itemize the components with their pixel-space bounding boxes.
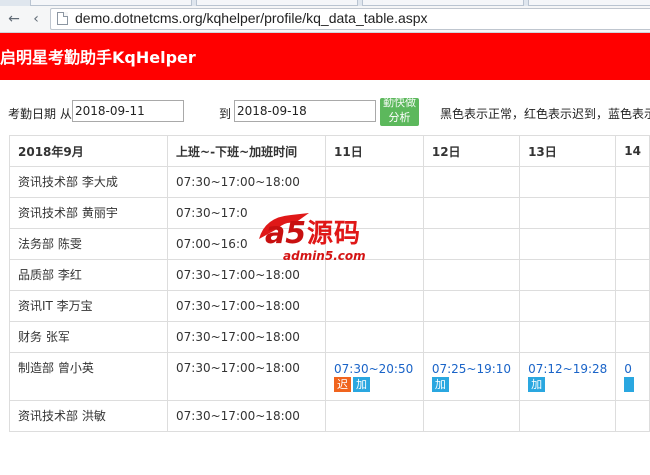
punch-time: 0 [624, 362, 632, 376]
overtime-tag [624, 377, 634, 392]
address-bar: ← ‹ demo.dotnetcms.org/kqhelper/profile/… [0, 6, 650, 33]
day-cell [422, 259, 521, 291]
employee-name: 财务 张军 [8, 321, 169, 353]
table-row: 资讯技术部 李大成 07:30~17:00~18:00 [8, 166, 650, 198]
day-cell [615, 197, 650, 229]
day-cell [422, 197, 521, 229]
url-text: demo.dotnetcms.org/kqhelper/profile/kq_d… [75, 10, 428, 26]
day-cell: 07:25~19:10 加 [422, 352, 521, 401]
day-cell [615, 290, 650, 322]
date-filter-bar: 考勤日期 从 到 勤快做 分析 黑色表示正常，红色表示迟到，蓝色表示 [0, 96, 650, 128]
day-cell [519, 166, 617, 198]
day-cell [519, 259, 617, 291]
day-cell [519, 197, 617, 229]
day-cell [615, 166, 650, 198]
table-header-row: 2018年9月 上班~-下班~加班时间 11日 12日 13日 14 [8, 135, 650, 167]
logo-letter: a5 [265, 216, 306, 249]
table-row: 财务 张军 07:30~17:00~18:00 [8, 321, 650, 353]
day-cell: 0 [615, 352, 650, 401]
column-header-day-12: 12日 [422, 135, 521, 167]
schedule-cell: 07:30~17:00~18:00 [167, 290, 326, 322]
day-cell [325, 290, 424, 322]
back-arrow-icon: ← [8, 11, 20, 27]
late-tag: 迟 [334, 377, 351, 392]
watermark-brand: 源码 [307, 219, 362, 249]
day-cell [519, 290, 617, 322]
forward-button[interactable]: ‹ [26, 9, 46, 29]
day-cell [422, 290, 521, 322]
day-cell [422, 228, 521, 260]
column-header-day-13: 13日 [519, 135, 617, 167]
day-cell [519, 400, 617, 432]
employee-name: 品质部 李红 [8, 259, 169, 291]
day-cell [615, 228, 650, 260]
day-cell [519, 228, 617, 260]
employee-name: 资讯技术部 洪敏 [8, 400, 169, 432]
app-header: 启明星考勤助手KqHelper [0, 33, 650, 80]
day-cell [422, 400, 521, 432]
day-cell [325, 400, 424, 432]
day-cell [422, 166, 521, 198]
color-legend-note: 黑色表示正常，红色表示迟到，蓝色表示 [440, 107, 650, 121]
date-range-label: 考勤日期 从 [8, 107, 72, 121]
a5-logo-icon: a5 [259, 213, 309, 249]
schedule-cell: 07:30~17:00~18:00 [167, 400, 326, 432]
schedule-cell: 07:30~17:00~18:00 [167, 352, 326, 401]
to-date-input[interactable] [234, 100, 376, 122]
employee-name: 法务部 陈雯 [8, 228, 169, 260]
column-header-day-11: 11日 [325, 135, 424, 167]
employee-name: 资讯技术部 李大成 [8, 166, 169, 198]
analyze-label-line1: 勤快做 [383, 98, 416, 109]
employee-name: 资讯IT 李万宝 [8, 290, 169, 322]
analyze-button[interactable]: 勤快做 分析 [380, 98, 419, 126]
day-cell [615, 400, 650, 432]
day-cell [519, 321, 617, 353]
punch-time: 07:12~19:28 [528, 362, 608, 376]
attendance-table: 2018年9月 上班~-下班~加班时间 11日 12日 13日 14 资讯技术部… [8, 135, 650, 432]
table-row: 资讯技术部 洪敏 07:30~17:00~18:00 [8, 400, 650, 432]
column-header-day-14: 14 [615, 135, 650, 167]
overtime-tag: 加 [353, 377, 370, 392]
day-cell [615, 259, 650, 291]
table-row: 资讯IT 李万宝 07:30~17:00~18:00 [8, 290, 650, 322]
day-cell [615, 321, 650, 353]
to-label: 到 [219, 107, 232, 121]
schedule-cell: 07:30~17:00~18:00 [167, 166, 326, 198]
app-title: 启明星考勤助手KqHelper [0, 48, 196, 67]
schedule-cell: 07:30~17:00~18:00 [167, 321, 326, 353]
day-cell [325, 321, 424, 353]
page-icon [57, 12, 68, 25]
employee-name: 资讯技术部 黄丽宇 [8, 197, 169, 229]
column-header-month: 2018年9月 [8, 135, 169, 167]
overtime-tag: 加 [431, 377, 449, 392]
admin5-watermark: a5 源码 admin5.com [255, 207, 395, 267]
overtime-tag: 加 [528, 377, 546, 392]
punch-time: 07:25~19:10 [431, 362, 512, 376]
column-header-schedule: 上班~-下班~加班时间 [167, 135, 326, 167]
chevron-left-icon: ‹ [33, 11, 39, 27]
punch-time: 07:30~20:50 [334, 362, 414, 376]
from-date-input[interactable] [72, 100, 184, 122]
analyze-label-line2: 分析 [388, 111, 411, 124]
watermark-url: admin5.com [283, 249, 366, 263]
day-cell: 07:12~19:28 加 [519, 352, 617, 401]
day-cell: 07:30~20:50 迟加 [325, 352, 424, 401]
url-field[interactable]: demo.dotnetcms.org/kqhelper/profile/kq_d… [50, 8, 650, 30]
day-cell [325, 166, 424, 198]
day-cell [422, 321, 521, 353]
table-row: 制造部 曾小英 07:30~17:00~18:00 07:30~20:50 迟加… [8, 352, 650, 401]
back-button[interactable]: ← [4, 9, 24, 29]
employee-name: 制造部 曾小英 [8, 352, 169, 401]
